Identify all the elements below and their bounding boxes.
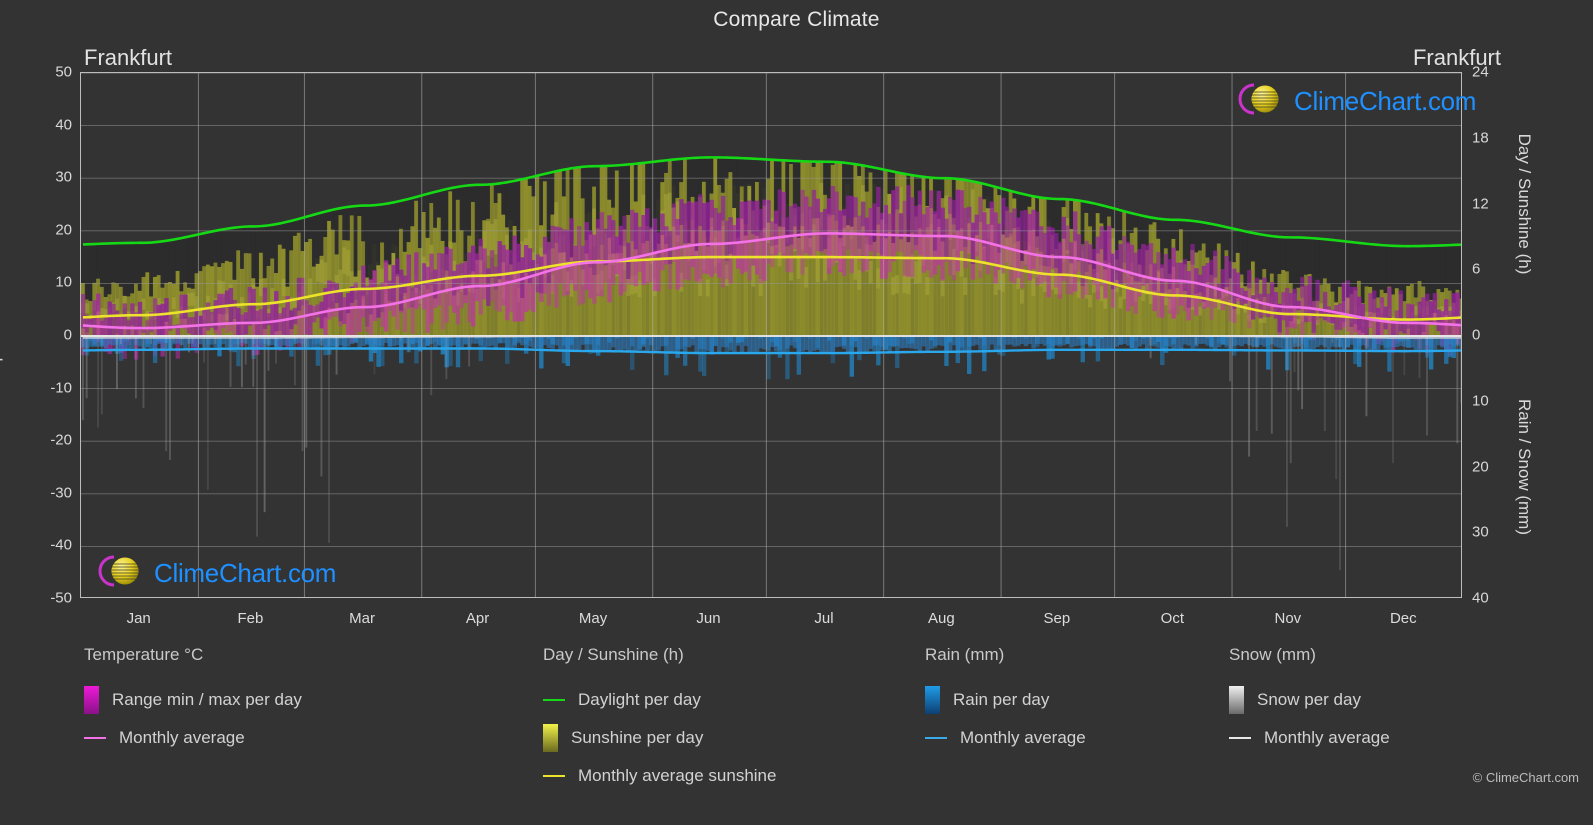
- legend-group-temperature-c: Temperature °C Range min / max per day Mon…: [84, 645, 302, 757]
- legend-group-day-sunshine-h: Day / Sunshine (h) Daylight per day Sunshi…: [543, 645, 776, 795]
- legend-line-icon: [543, 775, 565, 777]
- legend-item[interactable]: Monthly average: [925, 719, 1086, 757]
- legend-item-label: Rain per day: [953, 690, 1050, 709]
- y-axis-left: Temperature °C 50 40 30 20 10 0 -10 -20 -30 -40 -5…: [0, 64, 80, 607]
- legend-swatch-icon: [543, 724, 558, 752]
- legend-item[interactable]: Monthly average: [1229, 719, 1390, 757]
- y-axis-right-bottom-tick: 30: [1472, 523, 1489, 541]
- legend-item[interactable]: Range min / max per day: [84, 681, 302, 719]
- y-axis-left-tick: -40: [50, 536, 72, 554]
- x-axis-tick-may: May: [578, 610, 608, 627]
- x-axis-tick-mar: Mar: [349, 610, 375, 627]
- x-axis-tick-sep: Sep: [1043, 610, 1071, 627]
- x-axis-tick-jan: Jan: [126, 610, 151, 627]
- legend-item-label: Sunshine per day: [571, 728, 704, 747]
- copyright-notice: © ClimeChart.com: [1472, 770, 1579, 785]
- y-axis-left-tick: -50: [50, 589, 72, 607]
- legend-line-icon: [1229, 737, 1251, 739]
- y-axis-right-top-tick: 18: [1472, 129, 1489, 147]
- x-axis-tick-apr: Apr: [465, 610, 490, 627]
- climechart-logo-top: ClimeChart.com: [1232, 80, 1476, 123]
- rain-daily-bars: [81, 336, 1461, 380]
- x-axis-tick-oct: Oct: [1160, 610, 1185, 627]
- climechart-logo-icon: [1232, 80, 1294, 123]
- legend-swatch-icon: [1229, 686, 1244, 714]
- legend-line-icon: [84, 737, 106, 739]
- legend-group-rain-mm: Rain (mm) Rain per day Monthly average: [925, 645, 1086, 757]
- y-axis-left-tick: 10: [55, 273, 72, 291]
- legend-item[interactable]: Daylight per day: [543, 681, 776, 719]
- y-axis-right-top-tick: 12: [1472, 195, 1489, 212]
- climechart-logo-icon: [92, 552, 154, 595]
- x-axis: Jan Feb Mar Apr May Jun Jul Aug Sep Oct Nov Dec: [80, 600, 1462, 634]
- legend-item[interactable]: Monthly average sunshine: [543, 757, 776, 795]
- snow-daily-bars: [81, 336, 1461, 571]
- climechart-wordmark: ClimeChart.com: [1294, 86, 1477, 116]
- x-axis-tick-nov: Nov: [1274, 610, 1302, 627]
- legend-swatch-icon: [925, 686, 940, 714]
- y-axis-left-tick: 50: [55, 63, 72, 81]
- y-axis-left-tick: 30: [55, 168, 72, 186]
- y-axis-right-top-tick: 0: [1472, 326, 1481, 344]
- legend-group-title: Day / Sunshine (h): [543, 645, 684, 664]
- legend-item-label: Daylight per day: [578, 690, 701, 709]
- legend-item-label: Monthly average sunshine: [578, 766, 777, 785]
- legend-group-title: Temperature °C: [84, 645, 204, 664]
- climate-chart-page: Compare Climate Frankfurt Frankfurt Temp…: [0, 0, 1593, 825]
- y-axis-right-bottom-tick: 20: [1472, 458, 1489, 475]
- legend-group-title: Rain (mm): [925, 645, 1005, 664]
- x-axis-tick-dec: Dec: [1389, 610, 1417, 627]
- y-axis-right-bottom-label: Rain / Snow (mm): [1515, 398, 1534, 535]
- y-axis-left-label: Temperature °C: [0, 274, 3, 394]
- y-axis-right-top-label: Day / Sunshine (h): [1515, 133, 1534, 274]
- y-axis-right-bottom-tick: 40: [1472, 589, 1489, 607]
- legend-item-label: Monthly average: [1264, 728, 1390, 747]
- legend-item-label: Range min / max per day: [112, 690, 302, 709]
- y-axis-right-top-tick: 24: [1472, 63, 1489, 81]
- chart-canvas: [81, 73, 1461, 597]
- y-axis-right-bottom-tick: 10: [1472, 392, 1489, 410]
- legend-group-title: Snow (mm): [1229, 645, 1316, 664]
- y-axis-right-top-tick: 6: [1472, 260, 1481, 278]
- legend-item[interactable]: Sunshine per day: [543, 719, 776, 757]
- chart-legend: © ClimeChart.com Temperature °C Range min…: [0, 645, 1593, 825]
- legend-item-label: Snow per day: [1257, 690, 1361, 709]
- x-axis-tick-feb: Feb: [237, 610, 264, 627]
- x-axis-tick-jul: Jul: [814, 610, 834, 627]
- y-axis-left-tick: 20: [55, 221, 72, 239]
- legend-item[interactable]: Snow per day: [1229, 681, 1390, 719]
- city-label-left: Frankfurt: [84, 45, 173, 70]
- legend-line-icon: [925, 737, 947, 739]
- y-axis-right: 24 18 12 6 0 10 20 30 40 Day / Sunshine (h) Rain…: [1462, 64, 1593, 607]
- y-axis-left-tick: 0: [63, 326, 72, 344]
- legend-line-icon: [543, 699, 565, 701]
- legend-item[interactable]: Rain per day: [925, 681, 1086, 719]
- y-axis-left-tick: 40: [55, 116, 72, 134]
- climechart-wordmark: ClimeChart.com: [154, 558, 337, 588]
- legend-group-snow-mm: Snow (mm) Snow per day Monthly average: [1229, 645, 1390, 757]
- x-axis-tick-aug: Aug: [928, 610, 955, 627]
- y-axis-left-tick: -30: [50, 484, 72, 502]
- climechart-logo-bottom: ClimeChart.com: [92, 552, 336, 595]
- legend-item[interactable]: Monthly average: [84, 719, 302, 757]
- x-axis-tick-jun: Jun: [696, 610, 721, 627]
- y-axis-left-tick: -20: [50, 431, 72, 449]
- page-title: Compare Climate: [713, 8, 880, 31]
- legend-item-label: Monthly average: [119, 728, 245, 747]
- legend-item-label: Monthly average: [960, 728, 1086, 747]
- legend-swatch-icon: [84, 686, 99, 714]
- chart-plot-area: [80, 72, 1462, 598]
- y-axis-left-tick: -10: [50, 379, 72, 397]
